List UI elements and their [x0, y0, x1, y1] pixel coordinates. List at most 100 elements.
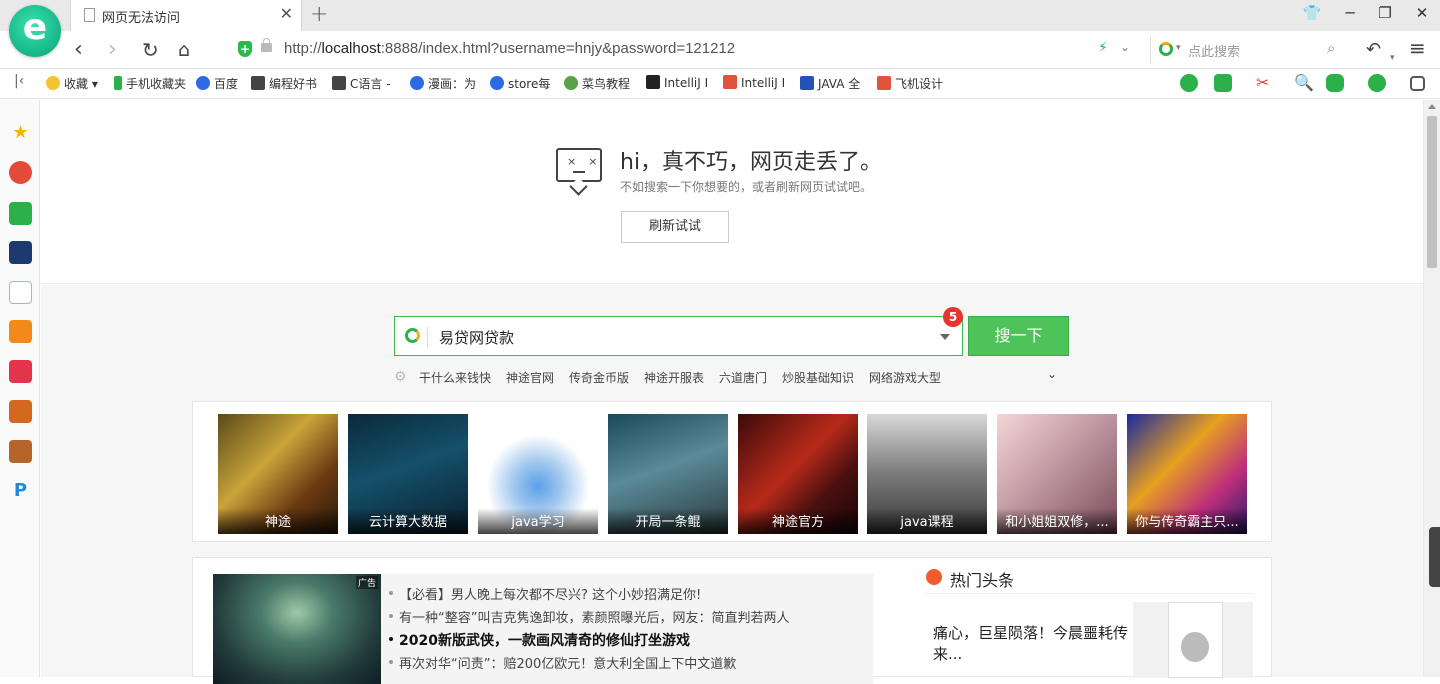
magnifier-icon[interactable]: 🔍: [1294, 74, 1314, 92]
chevron-down-icon[interactable]: ⌄: [1047, 367, 1057, 381]
ad-image[interactable]: 广告: [213, 574, 381, 684]
apps-grid-icon[interactable]: [1410, 76, 1425, 91]
tile-item[interactable]: 和小姐姐双修，...: [997, 414, 1117, 534]
minimize-icon[interactable]: ─: [1336, 4, 1364, 26]
hot-keyword[interactable]: 干什么来钱快: [419, 369, 491, 386]
title-bar: 网页无法访问 ✕ + 👕 ─ ❐ ✕: [0, 0, 1440, 31]
tile-item[interactable]: java学习: [478, 414, 598, 534]
collapse-sidebar-icon[interactable]: |‹: [14, 73, 24, 89]
mail-icon[interactable]: [9, 202, 32, 225]
bookmark-item[interactable]: 手机收藏夹: [114, 75, 186, 92]
intellij-icon: [646, 75, 660, 89]
lightning-icon[interactable]: ⚡: [1098, 40, 1108, 56]
tab-title: 网页无法访问: [102, 11, 181, 26]
news-app-icon[interactable]: [9, 241, 32, 264]
vertical-scrollbar[interactable]: [1423, 100, 1440, 677]
novel-app-icon[interactable]: [9, 320, 32, 343]
scroll-up-arrow-icon[interactable]: [1428, 104, 1436, 109]
hot-keyword[interactable]: 网络游戏大型: [869, 369, 941, 386]
ad-news-link[interactable]: 再次对华“问责”：赔200亿欧元！意大利全国上下中文道歉: [388, 653, 736, 672]
bookmark-item[interactable]: 漫画：为: [410, 75, 476, 92]
coin-icon[interactable]: [1368, 74, 1386, 92]
word-doc-icon[interactable]: [9, 281, 32, 304]
search-engine-icon[interactable]: [1159, 42, 1173, 56]
bookmark-item[interactable]: store每: [490, 75, 550, 92]
scissors-icon[interactable]: ✂: [1256, 74, 1274, 92]
bookmark-item[interactable]: 飞机设计: [877, 75, 943, 92]
hot-keyword[interactable]: 炒股基础知识: [782, 369, 854, 386]
bookmark-item[interactable]: 菜鸟教程: [564, 75, 630, 92]
xiaohongshu-icon[interactable]: [9, 360, 32, 383]
weibo-icon[interactable]: [9, 161, 32, 184]
hot-news-link[interactable]: 痛心，巨星陨落！今晨噩耗传来...: [933, 623, 1128, 665]
hot-keyword[interactable]: 传奇金币版: [569, 369, 629, 386]
back-icon[interactable]: ‹: [74, 37, 83, 63]
bookmark-item[interactable]: C语言 -: [332, 75, 391, 92]
address-bar[interactable]: + http://localhost:8888/index.html?usern…: [232, 37, 1142, 63]
retry-button[interactable]: 刷新试试: [621, 211, 729, 243]
side-panel-handle[interactable]: [1429, 527, 1440, 587]
shield-icon[interactable]: +: [238, 41, 252, 57]
menu-icon[interactable]: ≡: [1409, 35, 1426, 61]
chevron-down-icon[interactable]: ⌄: [1120, 40, 1130, 54]
baidu-icon: [410, 76, 424, 90]
bookmark-item[interactable]: IntelliJ I: [646, 75, 708, 90]
error-panel: ×× hi，真不巧，网页走丢了。 不如搜索一下你想要的，或者刷新网页试试吧。 刷…: [41, 100, 1423, 284]
search-button[interactable]: 搜一下: [968, 316, 1069, 356]
reload-icon[interactable]: ↻: [142, 37, 159, 63]
hot-keyword[interactable]: 神途官网: [506, 369, 554, 386]
tile-item[interactable]: 你与传奇霸主只...: [1127, 414, 1247, 534]
game-app-icon-2[interactable]: [9, 440, 32, 463]
tile-item[interactable]: 云计算大数据: [348, 414, 468, 534]
ad-news-link[interactable]: 有一种“整容”叫吉克隽逸卸妆，素颜照曝光后，网友：简直判若两人: [388, 607, 789, 626]
forward-icon[interactable]: ›: [108, 37, 117, 63]
search-icon[interactable]: ⌕: [1327, 39, 1335, 57]
search-box[interactable]: ▾ 点此搜索 ⌕: [1150, 37, 1350, 63]
tile-item[interactable]: 神途: [218, 414, 338, 534]
gamepad-icon[interactable]: [1326, 74, 1344, 92]
search-placeholder[interactable]: 点此搜索: [1188, 41, 1240, 60]
hot-news-title: 热门头条: [950, 571, 1015, 590]
new-tab-icon[interactable]: +: [310, 2, 328, 27]
gear-icon[interactable]: ⚙: [394, 369, 407, 385]
bookmark-item[interactable]: JAVA 全: [800, 75, 860, 92]
undo-icon[interactable]: ↶: [1366, 37, 1381, 63]
chevron-down-icon[interactable]: ▾: [1390, 45, 1395, 71]
browser-logo[interactable]: e: [9, 5, 61, 57]
url-text[interactable]: http://localhost:8888/index.html?usernam…: [284, 40, 735, 57]
scrollbar-thumb[interactable]: [1427, 116, 1437, 268]
tile-item[interactable]: 神途官方: [738, 414, 858, 534]
hot-keyword[interactable]: 六道唐门: [719, 369, 767, 386]
lock-icon[interactable]: [261, 38, 272, 52]
tile-item[interactable]: java课程: [867, 414, 987, 534]
dropdown-arrow-icon[interactable]: [940, 334, 950, 340]
tile-caption: 和小姐姐双修，...: [997, 508, 1117, 534]
maximize-icon[interactable]: ❐: [1371, 4, 1399, 26]
tile-item[interactable]: 开局一条鲲: [608, 414, 728, 534]
hot-keyword[interactable]: 神途开服表: [644, 369, 704, 386]
page-icon: [84, 8, 95, 22]
browser-tab[interactable]: 网页无法访问 ✕: [70, 0, 302, 31]
news-panel: 广告 【必看】男人晚上每次都不尽兴? 这个小妙招满足你! 有一种“整容”叫吉克隽…: [192, 557, 1272, 684]
bookmark-item[interactable]: IntelliJ I: [723, 75, 785, 90]
site-icon: [877, 76, 891, 90]
close-window-icon[interactable]: ✕: [1408, 4, 1436, 26]
main-search-input[interactable]: 易贷网贷款: [394, 316, 963, 356]
java-icon: [800, 76, 814, 90]
favorites-star-icon[interactable]: ★: [9, 122, 32, 145]
translate-icon[interactable]: [1214, 74, 1232, 92]
bookmark-item[interactable]: 编程好书: [251, 75, 317, 92]
search-query[interactable]: 易贷网贷款: [439, 327, 514, 348]
home-icon[interactable]: ⌂: [178, 37, 190, 63]
wechat-icon[interactable]: [1180, 74, 1198, 92]
game-app-icon[interactable]: [9, 400, 32, 423]
chevron-down-icon[interactable]: ▾: [1176, 43, 1181, 53]
pixiv-icon[interactable]: P: [9, 480, 32, 503]
skin-icon[interactable]: 👕: [1298, 4, 1326, 26]
bookmark-item[interactable]: 收藏 ▾: [46, 75, 98, 92]
ad-news-link[interactable]: 2020新版武侠，一款画风清奇的修仙打坐游戏: [389, 630, 690, 650]
hot-news-image[interactable]: [1133, 602, 1253, 678]
tab-close-icon[interactable]: ✕: [280, 4, 293, 23]
bookmark-item[interactable]: 百度: [196, 75, 238, 92]
ad-news-link[interactable]: 【必看】男人晚上每次都不尽兴? 这个小妙招满足你!: [388, 584, 701, 603]
